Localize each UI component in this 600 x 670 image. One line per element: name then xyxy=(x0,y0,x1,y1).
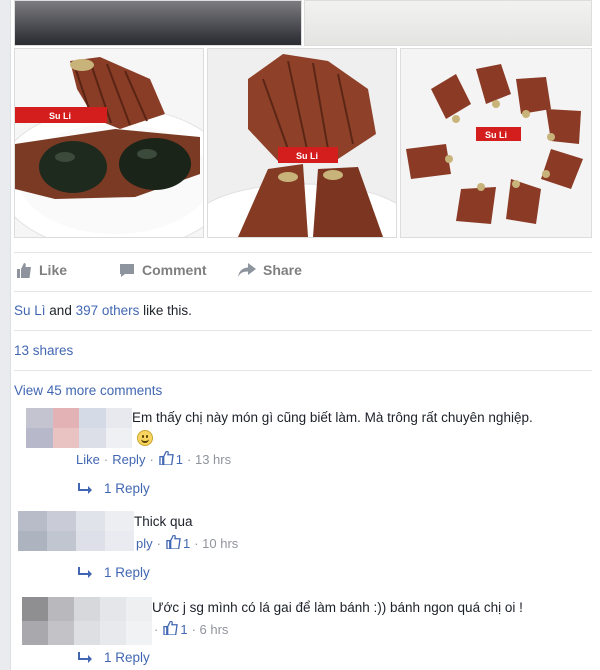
shares-link[interactable]: 13 shares xyxy=(14,343,73,358)
replies-label: 1 Reply xyxy=(104,565,150,580)
thumbs-up-icon xyxy=(163,620,179,638)
comment-text: Thick qua xyxy=(134,514,193,529)
photo-cake-plate[interactable]: Su Li xyxy=(14,48,204,238)
comment-reply-link[interactable]: Reply xyxy=(112,452,145,467)
comment-body: Thick qua xyxy=(134,514,193,529)
meta-separator: · xyxy=(156,536,161,551)
photo-white-plate[interactable] xyxy=(304,0,592,46)
photo-dark-plate[interactable] xyxy=(14,0,302,46)
reply-arrow-icon xyxy=(78,651,92,664)
replies-label: 1 Reply xyxy=(104,650,150,665)
comment-like-count[interactable]: 1 xyxy=(176,452,183,467)
photo-strip-top xyxy=(14,0,594,46)
liker-name-link[interactable]: Su Lì xyxy=(14,303,46,318)
likes-suffix: like this. xyxy=(143,303,192,318)
photo-watermark: Su Li xyxy=(296,151,318,161)
likes-and: and xyxy=(49,303,72,318)
avatar[interactable] xyxy=(18,511,134,551)
comment-button[interactable]: Comment xyxy=(119,262,207,278)
share-arrow-icon xyxy=(238,262,256,278)
divider xyxy=(14,370,592,371)
smiley-emoji-icon xyxy=(137,430,153,446)
comment-time[interactable]: · 13 hrs xyxy=(187,452,231,467)
likes-summary: Su Lì and 397 others like this. xyxy=(14,303,592,318)
post-action-bar: Like Comment Share xyxy=(14,252,592,292)
photo-grid: Su Li Su Li Su Li xyxy=(14,48,594,238)
replies-label: 1 Reply xyxy=(104,481,150,496)
comment-like-count[interactable]: 1 xyxy=(180,622,187,637)
comment-meta: ply · 1 · 10 hrs xyxy=(134,534,238,552)
reply-arrow-icon xyxy=(78,482,92,495)
thumbs-up-icon xyxy=(159,450,174,468)
meta-separator: · xyxy=(149,452,154,467)
reply-arrow-icon xyxy=(78,566,92,579)
meta-separator: · xyxy=(154,622,159,637)
speech-bubble-icon xyxy=(119,263,135,278)
comment-meta: · 1 · 6 hrs xyxy=(152,620,229,638)
likers-others-link[interactable]: 397 others xyxy=(76,303,140,318)
like-button[interactable]: Like xyxy=(16,262,67,278)
avatar[interactable] xyxy=(26,408,132,448)
photo-cakes-pile[interactable]: Su Li xyxy=(207,48,397,238)
share-button[interactable]: Share xyxy=(238,262,302,278)
divider xyxy=(14,330,592,331)
comment-reply-link[interactable]: ply xyxy=(136,536,153,551)
photo-watermark: Su Li xyxy=(49,111,71,121)
photo-cakes-circle[interactable]: Su Li xyxy=(400,48,592,238)
meta-separator: · xyxy=(103,452,109,467)
comment-like-count[interactable]: 1 xyxy=(183,536,190,551)
comment-body: Ước j sg mình có lá gai để làm bánh :)) … xyxy=(152,600,523,615)
view-more-comments-link[interactable]: View 45 more comments xyxy=(14,383,162,398)
like-label: Like xyxy=(39,262,68,278)
thumbs-up-icon xyxy=(166,534,181,552)
comment-like-link[interactable]: Like xyxy=(76,452,100,467)
share-label: Share xyxy=(263,262,302,278)
comment-text: Em thấy chị này món gì cũng biết làm. Mà… xyxy=(132,410,533,425)
avatar[interactable] xyxy=(22,597,152,645)
comment-time[interactable]: · 10 hrs xyxy=(194,536,238,551)
comment-label: Comment xyxy=(142,262,207,278)
thumbs-up-icon xyxy=(16,262,32,278)
comment-time[interactable]: · 6 hrs xyxy=(192,622,229,637)
comment-text: Ước j sg mình có lá gai để làm bánh :)) … xyxy=(152,600,523,615)
comment-meta: Like · Reply · 1 · 13 hrs xyxy=(74,450,231,468)
photo-watermark: Su Li xyxy=(485,130,507,140)
view-replies-link[interactable]: 1 Reply xyxy=(78,565,150,580)
view-replies-link[interactable]: 1 Reply xyxy=(78,650,150,665)
view-replies-link[interactable]: 1 Reply xyxy=(78,481,150,496)
comment-body: Em thấy chị này món gì cũng biết làm. Mà… xyxy=(132,410,533,425)
